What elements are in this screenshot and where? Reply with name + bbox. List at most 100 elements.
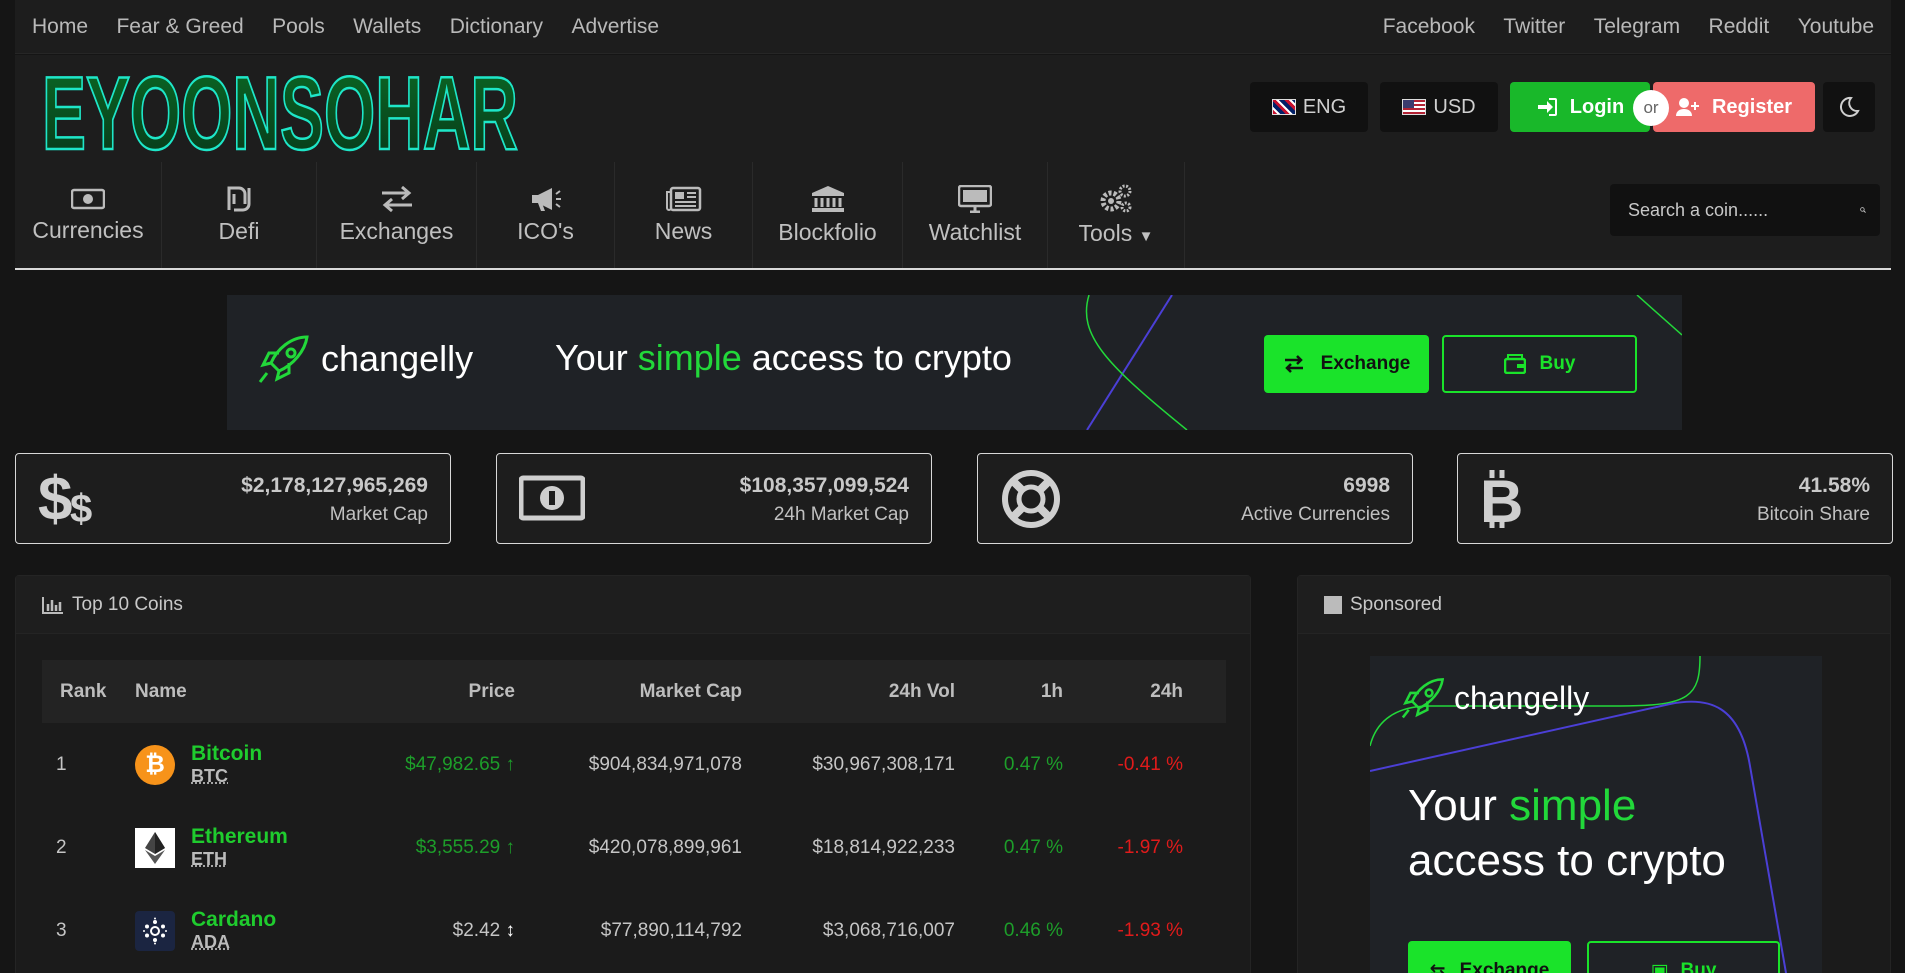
col-name[interactable]: Name	[135, 681, 335, 703]
top-link-dictionary[interactable]: Dictionary	[450, 15, 543, 38]
rank-cell: 1	[56, 753, 67, 775]
ethereum-logo-icon	[135, 827, 175, 868]
table-row[interactable]: 1 ₿ Bitcoin BTC $47,982.65 ↑ $904,834,97…	[42, 723, 1226, 806]
sponsored-changelly-ad[interactable]: changelly Your simple access to crypto ⇆…	[1370, 656, 1822, 973]
banner-exchange-button[interactable]: Exchange	[1264, 335, 1429, 393]
changelly-banner-ad[interactable]: changelly Your simple access to crypto E…	[227, 295, 1682, 430]
caret-down-icon: ▼	[1138, 227, 1154, 245]
social-link-youtube[interactable]: Youtube	[1798, 15, 1874, 38]
market-cap-cell: $904,834,971,078	[588, 753, 742, 775]
page: Home Fear & Greed Pools Wallets Dictiona…	[0, 0, 1905, 973]
change-24h-cell: -0.41 %	[1117, 753, 1183, 775]
nav-label: Defi	[218, 217, 260, 244]
language-select[interactable]: ENG	[1250, 82, 1368, 132]
col-rank[interactable]: Rank	[42, 681, 135, 703]
price-value: $47,982.65	[405, 753, 501, 775]
sponsored-brand-name: changelly	[1454, 679, 1590, 716]
table-row[interactable]: 3 Cardano ADA $2.42 ↕ $77,890,114,792 $3…	[42, 889, 1226, 972]
banknote-icon	[71, 188, 105, 209]
top-link-advertise[interactable]: Advertise	[572, 15, 660, 38]
top-link-wallets[interactable]: Wallets	[353, 15, 421, 38]
rank-cell: 2	[56, 836, 67, 858]
price-cell: $3,555.29 ↑	[335, 837, 515, 859]
swap-icon: ⇆	[1429, 960, 1446, 973]
stat-bitcoin-share: B 41.58% Bitcoin Share	[1457, 453, 1893, 544]
shekel-icon	[227, 186, 251, 211]
stat-value: 6998	[1343, 474, 1390, 497]
nav-label: Blockfolio	[778, 218, 877, 245]
main-nav: Currencies Defi Exchanges ICO's News Blo…	[15, 162, 1891, 270]
social-link-telegram[interactable]: Telegram	[1594, 15, 1680, 38]
line1-highlight: simple	[1509, 781, 1637, 830]
nav-item-news[interactable]: News	[615, 162, 753, 268]
newspaper-icon	[665, 186, 701, 211]
nav-item-icos[interactable]: ICO's	[477, 162, 615, 268]
top-link-home[interactable]: Home	[32, 15, 88, 38]
rocket-icon	[1401, 678, 1445, 719]
social-link-facebook[interactable]: Facebook	[1383, 15, 1475, 38]
stat-24h-market-cap: $108,357,099,524 24h Market Cap	[496, 453, 932, 544]
change-1h-cell: 0.47 %	[1003, 753, 1063, 775]
wallet-icon	[1503, 354, 1526, 374]
sponsored-header: Sponsored	[1298, 576, 1890, 634]
name-cell: ₿ Bitcoin BTC	[135, 742, 335, 787]
user-plus-icon	[1675, 98, 1699, 116]
coin-name-link[interactable]: Bitcoin	[191, 742, 262, 766]
sign-in-icon	[1537, 98, 1557, 116]
col-price[interactable]: Price	[335, 681, 515, 703]
header: EYOONSOHAR ENG USD Login or Register	[15, 55, 1891, 162]
top-nav-right: Facebook Twitter Telegram Reddit Youtube	[1359, 15, 1874, 39]
social-link-twitter[interactable]: Twitter	[1503, 15, 1565, 38]
nav-item-defi[interactable]: Defi	[162, 162, 317, 268]
rank-cell: 3	[56, 919, 67, 941]
banner-exchange-label: Exchange	[1320, 353, 1411, 374]
top-bar: Home Fear & Greed Pools Wallets Dictiona…	[15, 0, 1891, 54]
search-icon[interactable]	[1860, 200, 1866, 220]
coin-symbol: ETH	[191, 849, 227, 869]
col-24h[interactable]: 24h	[1063, 681, 1183, 703]
sponsored-exchange-button[interactable]: ⇆ Exchange	[1408, 941, 1571, 973]
stat-value: 41.58%	[1798, 474, 1870, 497]
market-cap-cell: $420,078,899,961	[588, 836, 742, 858]
col-1h[interactable]: 1h	[955, 681, 1063, 703]
bitcoin-icon: B	[1480, 468, 1523, 530]
nav-label: Watchlist	[928, 218, 1022, 245]
change-1h-cell: 0.46 %	[1003, 919, 1063, 941]
sponsored-buy-button[interactable]: ▣ Buy	[1587, 941, 1780, 973]
arrow-up-icon: ↑	[505, 836, 516, 858]
register-button[interactable]: Register	[1653, 82, 1815, 132]
line1-pre: Your	[1408, 781, 1510, 830]
nav-item-exchanges[interactable]: Exchanges	[317, 162, 477, 268]
nav-label: Currencies	[32, 216, 144, 243]
social-link-reddit[interactable]: Reddit	[1709, 15, 1770, 38]
login-button[interactable]: Login	[1510, 82, 1650, 132]
nav-item-currencies[interactable]: Currencies	[15, 162, 162, 268]
search-input[interactable]	[1628, 199, 1860, 221]
lifering-icon	[1002, 470, 1060, 528]
currency-select[interactable]: USD	[1380, 82, 1498, 132]
banner-brand-name: changelly	[321, 338, 474, 379]
nav-item-blockfolio[interactable]: Blockfolio	[753, 162, 903, 268]
table-row[interactable]: 2 Ethereum ETH $3,555.29 ↑ $420,078,899,…	[42, 806, 1226, 889]
top-nav-left: Home Fear & Greed Pools Wallets Dictiona…	[32, 15, 683, 39]
top-link-fear-greed[interactable]: Fear & Greed	[116, 15, 243, 38]
banknote-icon	[519, 475, 585, 521]
nav-item-tools[interactable]: Tools ▼	[1048, 162, 1185, 268]
rocket-icon	[258, 335, 309, 383]
wallet-icon: ▣	[1650, 960, 1669, 973]
banner-buy-button[interactable]: Buy	[1442, 335, 1637, 393]
svg-text:$: $	[38, 468, 72, 530]
col-24h-vol[interactable]: 24h Vol	[742, 681, 955, 703]
coin-name-link[interactable]: Cardano	[191, 908, 276, 932]
col-market-cap[interactable]: Market Cap	[515, 681, 742, 703]
banner-brand: changelly	[257, 333, 473, 385]
theme-toggle-button[interactable]	[1823, 82, 1875, 132]
top-coins-table: Rank Name Price Market Cap 24h Vol 1h 24…	[42, 660, 1226, 972]
name-cell: Cardano ADA	[135, 908, 335, 953]
top-link-pools[interactable]: Pools	[272, 15, 325, 38]
nav-item-watchlist[interactable]: Watchlist	[903, 162, 1048, 268]
coin-name-link[interactable]: Ethereum	[191, 825, 288, 849]
site-logo[interactable]: EYOONSOHAR	[40, 59, 520, 159]
price-cell: $47,982.65 ↑	[335, 754, 515, 776]
svg-text:$: $	[70, 487, 92, 530]
